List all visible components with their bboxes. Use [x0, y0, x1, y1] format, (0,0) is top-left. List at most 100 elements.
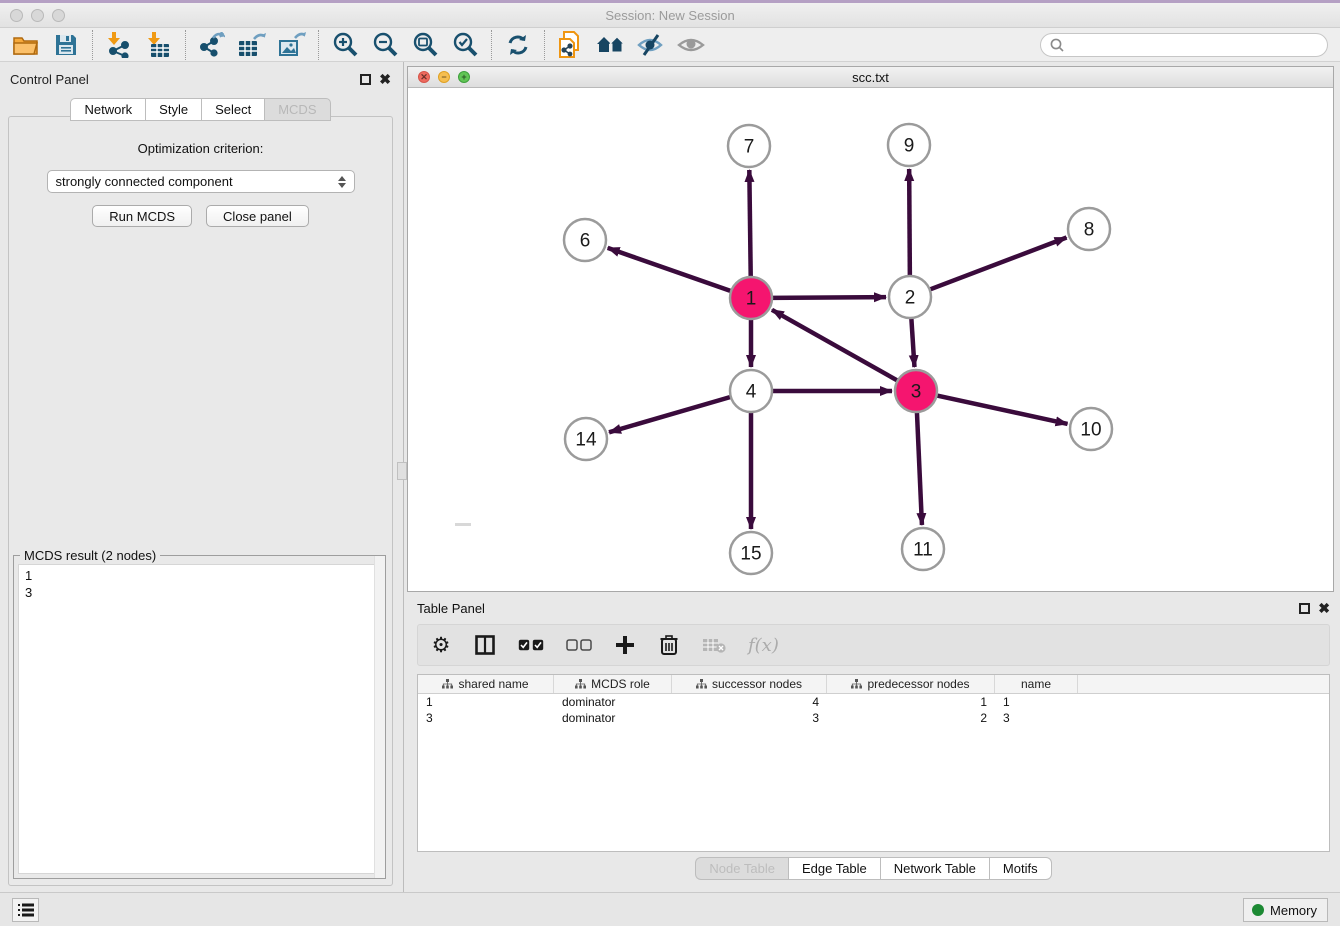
edge-1-7[interactable] [749, 170, 750, 277]
column-header-label: successor nodes [712, 677, 802, 691]
column-header-shared-name[interactable]: shared name [418, 675, 554, 693]
table-cell[interactable]: dominator [554, 694, 672, 710]
table-panel-tabs: Node Table Edge Table Network Table Moti… [407, 857, 1340, 880]
node-table[interactable]: shared name MCDS role successor nodes prede… [417, 674, 1330, 852]
settings-gear-icon[interactable]: ⚙ [430, 632, 452, 658]
column-header-label: name [1021, 677, 1051, 691]
split-columns-icon[interactable] [474, 632, 496, 658]
criterion-select[interactable]: strongly connected component [47, 170, 355, 193]
deselect-all-checkboxes-icon[interactable] [566, 632, 592, 658]
search-input[interactable] [1070, 37, 1327, 54]
edge-3-11[interactable] [917, 412, 922, 525]
zoom-selected-icon[interactable] [445, 29, 485, 61]
table-cell[interactable]: 3 [672, 710, 827, 726]
tab-select[interactable]: Select [201, 98, 264, 121]
tab-network[interactable]: Network [70, 98, 145, 121]
float-table-panel-icon[interactable] [1299, 603, 1310, 614]
network-window-titlebar[interactable]: ✕ − + scc.txt [408, 67, 1333, 88]
select-all-checkboxes-icon[interactable] [518, 632, 544, 658]
import-table-icon[interactable] [139, 29, 179, 61]
table-cell[interactable]: 1 [418, 694, 554, 710]
save-session-icon[interactable] [46, 29, 86, 61]
tab-mcds[interactable]: MCDS [264, 98, 330, 121]
table-cell[interactable]: 1 [827, 694, 995, 710]
search-field[interactable] [1040, 33, 1328, 57]
network-view-window: ✕ − + scc.txt 7968124314101511 [407, 66, 1334, 592]
graph-node-label: 8 [1084, 220, 1095, 241]
graph-node-label: 11 [913, 540, 933, 561]
result-scrollbar[interactable] [374, 556, 385, 878]
tab-network-table[interactable]: Network Table [880, 857, 989, 880]
table-row[interactable]: 1dominator411 [418, 694, 1329, 710]
zoom-fit-icon[interactable] [405, 29, 445, 61]
column-header-name[interactable]: name [995, 675, 1078, 693]
mcds-result-group: MCDS result (2 nodes) 1 3 [13, 555, 386, 879]
network-graph[interactable]: 7968124314101511 [408, 89, 1333, 592]
toolbar-separator [185, 30, 186, 60]
zoom-in-icon[interactable] [325, 29, 365, 61]
function-builder-icon[interactable]: f(x) [748, 632, 779, 658]
task-history-button[interactable] [12, 898, 39, 922]
import-network-icon[interactable] [99, 29, 139, 61]
toolbar-separator [318, 30, 319, 60]
horizontal-splitter-grip[interactable] [455, 523, 471, 526]
edge-2-9[interactable] [909, 169, 910, 276]
window-title: Session: New Session [0, 8, 1340, 23]
column-header-MCDS-role[interactable]: MCDS role [554, 675, 672, 693]
tab-motifs[interactable]: Motifs [989, 857, 1052, 880]
refresh-icon[interactable] [498, 29, 538, 61]
column-header-label: predecessor nodes [867, 677, 969, 691]
run-mcds-button[interactable]: Run MCDS [92, 205, 192, 227]
close-panel-button[interactable]: Close panel [206, 205, 309, 227]
table-panel-title: Table Panel [417, 601, 1299, 616]
table-cell[interactable]: dominator [554, 710, 672, 726]
network-document-icon[interactable] [551, 29, 591, 61]
network-canvas[interactable]: 7968124314101511 [408, 89, 1333, 591]
graph-node-label: 15 [740, 544, 761, 565]
graph-node-label: 7 [744, 137, 755, 158]
column-header-label: shared name [458, 677, 528, 691]
edge-4-14[interactable] [609, 397, 731, 432]
tab-edge-table[interactable]: Edge Table [788, 857, 880, 880]
column-header-successor-nodes[interactable]: successor nodes [672, 675, 827, 693]
export-image-icon[interactable] [272, 29, 312, 61]
show-all-eye-icon[interactable] [671, 29, 711, 61]
memory-status-icon [1252, 904, 1264, 916]
table-cell[interactable]: 2 [827, 710, 995, 726]
table-cell[interactable]: 1 [995, 694, 1078, 710]
tab-node-table[interactable]: Node Table [695, 857, 788, 880]
hide-selected-eye-icon[interactable] [631, 29, 671, 61]
table-cell[interactable]: 3 [995, 710, 1078, 726]
toolbar-separator [92, 30, 93, 60]
float-panel-icon[interactable] [360, 74, 371, 85]
graph-node-label: 3 [911, 382, 922, 403]
tab-style[interactable]: Style [145, 98, 201, 121]
edge-3-1[interactable] [772, 310, 898, 381]
table-cell[interactable]: 4 [672, 694, 827, 710]
edge-2-8[interactable] [930, 238, 1067, 290]
close-panel-icon[interactable]: ✖ [379, 74, 391, 85]
zoom-out-icon[interactable] [365, 29, 405, 61]
edge-1-6[interactable] [608, 248, 732, 291]
graph-node-label: 10 [1080, 420, 1101, 441]
edge-3-10[interactable] [937, 395, 1068, 423]
export-network-icon[interactable] [192, 29, 232, 61]
home-views-icon[interactable] [591, 29, 631, 61]
column-header-predecessor-nodes[interactable]: predecessor nodes [827, 675, 995, 693]
column-header-label: MCDS role [591, 677, 650, 691]
table-row[interactable]: 3dominator323 [418, 710, 1329, 726]
close-table-panel-icon[interactable]: ✖ [1318, 603, 1330, 614]
mcds-result-text[interactable]: 1 3 [18, 564, 381, 874]
edge-1-2[interactable] [772, 297, 886, 298]
delete-table-icon[interactable] [702, 632, 726, 658]
graph-node-label: 4 [746, 382, 757, 403]
export-table-icon[interactable] [232, 29, 272, 61]
add-column-icon[interactable] [614, 632, 636, 658]
memory-button[interactable]: Memory [1243, 898, 1328, 922]
delete-column-trash-icon[interactable] [658, 632, 680, 658]
table-cell[interactable]: 3 [418, 710, 554, 726]
open-folder-icon[interactable] [6, 29, 46, 61]
splitter-grip[interactable] [397, 462, 407, 480]
edge-2-3[interactable] [911, 318, 914, 367]
control-panel-tabs: Network Style Select MCDS [0, 98, 401, 121]
